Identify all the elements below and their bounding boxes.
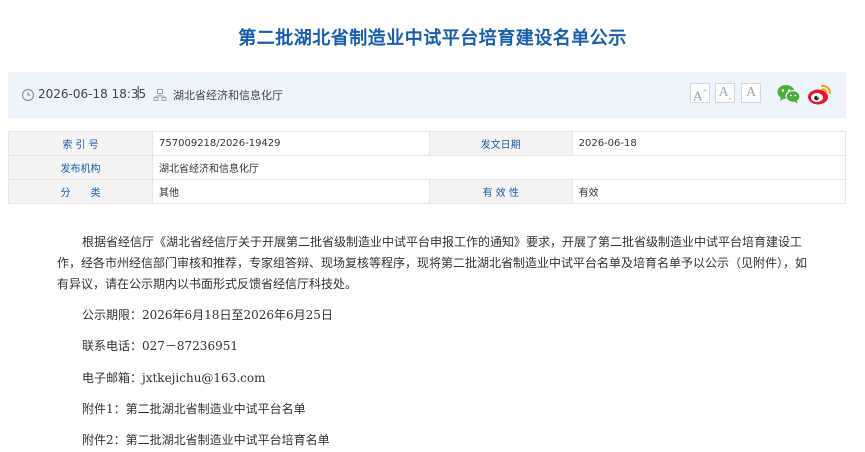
article-body: 根据省经信厅《湖北省经信厅关于开展第二批省级制造业中试平台申报工作的通知》要求，… — [57, 232, 808, 447]
font-larger-mark: + — [702, 86, 708, 95]
validity-value: 有效 — [571, 179, 847, 204]
body-paragraph: 根据省经信厅《湖北省经信厅关于开展第二批省级制造业中试平台申报工作的通知》要求，… — [57, 235, 808, 291]
font-smaller-mark: - — [728, 93, 732, 103]
table-row: 发布机构 湖北省经济和信息化厅 — [7, 155, 846, 180]
info-bar: 2026-06-18 18:35 | 湖北省经济和信息化厅 A+ A- A — [8, 72, 846, 118]
separator: | — [136, 85, 141, 100]
font-smaller-label: A — [718, 85, 729, 100]
org-value: 湖北省经济和信息化厅 — [152, 155, 846, 180]
weibo-icon[interactable] — [807, 82, 833, 106]
font-larger-button[interactable]: A+ — [690, 83, 710, 105]
font-reset-button[interactable]: A — [741, 83, 761, 103]
issue-date-label: 发文日期 — [428, 131, 573, 156]
publisher-name: 湖北省经济和信息化厅 — [173, 89, 283, 102]
category-label: 分 类 — [7, 179, 154, 204]
contact-phone: 联系电话：027－87236951 — [82, 339, 238, 353]
table-row: 索 引 号 757009218/2026-19429 发文日期 2026-06-… — [7, 131, 847, 156]
attachment-2-link[interactable]: 附件2：第二批湖北省制造业中试平台培育名单 — [82, 431, 330, 448]
org-icon — [153, 89, 167, 101]
contact-email: 电子邮箱：jxtkejichu@163.com — [82, 371, 266, 385]
wechat-icon[interactable] — [777, 84, 801, 104]
font-reset-label: A — [745, 85, 757, 100]
org-label: 发布机构 — [7, 155, 154, 180]
issue-date-value: 2026-06-18 — [571, 131, 847, 156]
category-value: 其他 — [152, 179, 430, 204]
publicity-period: 公示期限：2026年6月18日至2026年6月25日 — [82, 308, 333, 322]
validity-label: 有 效 性 — [428, 179, 573, 204]
index-value: 757009218/2026-19429 — [152, 131, 430, 156]
font-larger-label: A — [692, 89, 703, 105]
table-row: 分 类 其他 有 效 性 有效 — [7, 179, 847, 204]
attachment-1-link[interactable]: 附件1：第二批湖北省制造业中试平台名单 — [82, 400, 306, 417]
document-metadata-table: 索 引 号 757009218/2026-19429 发文日期 2026-06-… — [7, 131, 847, 204]
font-smaller-button[interactable]: A- — [715, 83, 735, 103]
index-label: 索 引 号 — [7, 131, 154, 156]
clock-icon — [21, 88, 35, 102]
page-title: 第二批湖北省制造业中试平台培育建设名单公示 — [238, 28, 627, 49]
publish-datetime: 2026-06-18 18:35 — [38, 87, 147, 101]
